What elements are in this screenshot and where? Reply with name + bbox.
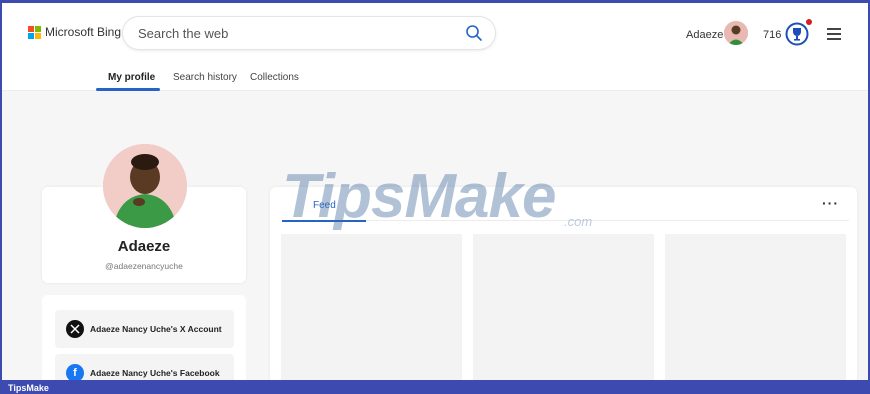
hamburger-menu-icon[interactable] [827,28,841,40]
footer-bar: TipsMake [0,380,870,394]
notification-dot [806,19,812,25]
footer-label: TipsMake [8,383,49,393]
x-account-label: Adaeze Nancy Uche's X Account [90,324,222,334]
profile-tabs: My profile Search history Collections [2,61,868,91]
profile-avatar[interactable] [103,144,187,228]
active-tab-indicator [96,88,160,91]
profile-name: Adaeze [117,238,171,255]
x-account-link[interactable]: Adaeze Nancy Uche's X Account [55,310,234,348]
tab-my-profile[interactable]: My profile [108,72,155,83]
feed-item-placeholder [473,234,654,394]
user-name[interactable]: Adaeze [686,29,723,41]
more-options-icon[interactable]: ··· [822,195,839,211]
tab-collections[interactable]: Collections [250,72,299,83]
watermark-suffix: .com [564,214,593,229]
bing-logo[interactable]: Microsoft Bing [28,25,121,39]
feed-item-placeholder [281,234,462,394]
profile-handle: @adaezenancyuche [105,261,183,271]
watermark-text: TipsMake [282,162,556,231]
brand-name: Microsoft Bing [45,25,122,39]
search-box[interactable] [123,17,495,49]
feed-item-placeholder [665,234,846,394]
tab-search-history[interactable]: Search history [173,72,237,83]
facebook-label: Adaeze Nancy Uche's Facebook [90,368,220,378]
rewards-points[interactable]: 716 [763,29,781,41]
rewards-icon[interactable] [785,22,809,46]
search-input[interactable] [138,23,458,43]
search-icon[interactable] [465,24,483,42]
top-bar: Microsoft Bing Adaeze 716 [2,3,868,61]
x-logo-icon [66,320,84,338]
avatar[interactable] [724,21,748,45]
microsoft-logo-icon [28,25,41,39]
